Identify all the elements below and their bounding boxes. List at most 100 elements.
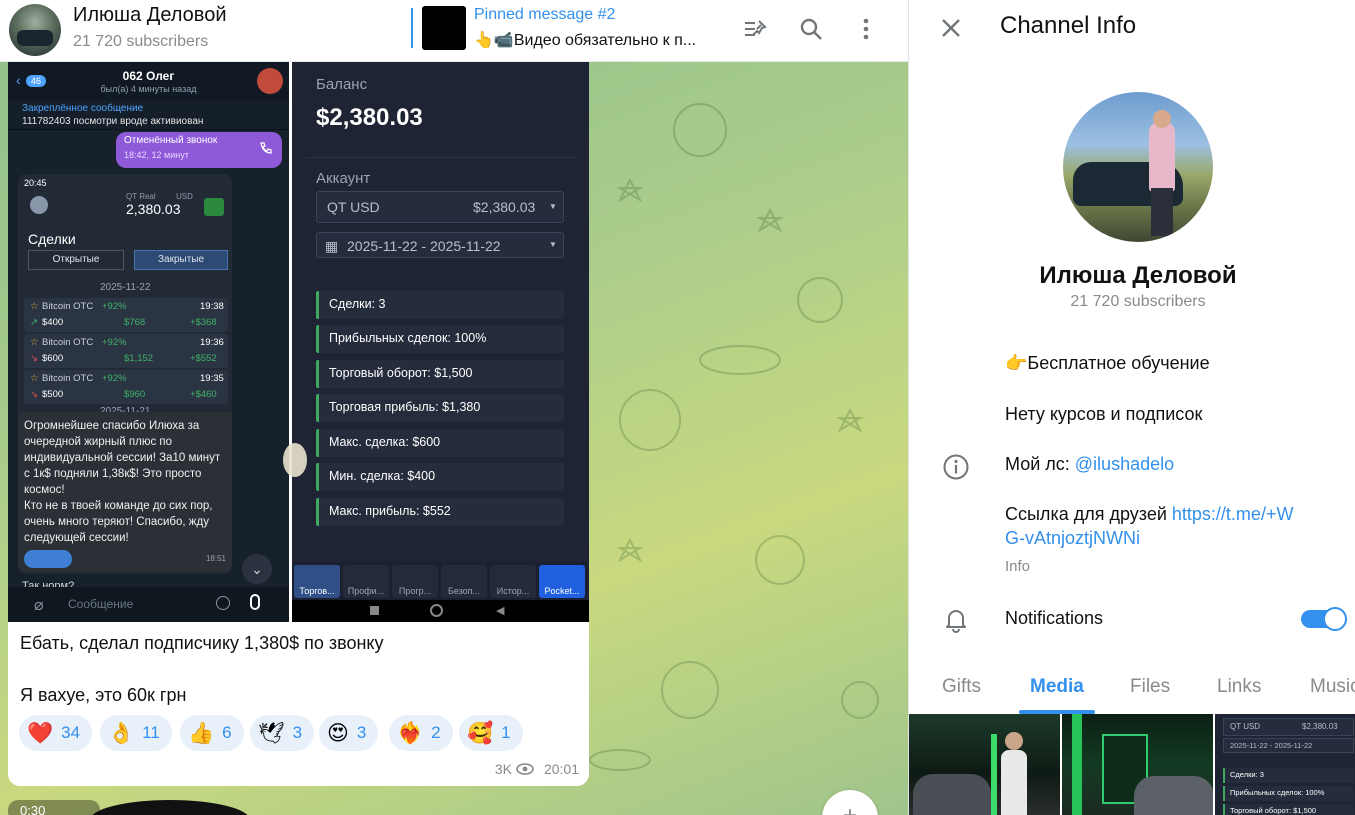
tr-stat-text: Мин. сделка: $400 bbox=[329, 469, 436, 483]
eye-icon bbox=[516, 763, 534, 775]
avatar-legs bbox=[1151, 188, 1173, 236]
post-text-line-1: Ебать, сделал подписчику 1,380$ по звонк… bbox=[20, 633, 384, 653]
post-meta: 3K 20:01 bbox=[495, 761, 579, 777]
dm-label: Мой лс: bbox=[1005, 454, 1075, 474]
tr-stat: Макс. прибыль: $552 bbox=[316, 498, 564, 526]
tr-account-select: QT USD $2,380.03 ▼ bbox=[316, 191, 564, 223]
shot-tab-closed: Закрытые bbox=[134, 250, 228, 270]
tr-stat-text: Макс. прибыль: $552 bbox=[329, 504, 451, 518]
channel-post[interactable]: ‹ 46 062 Олег был(а) 4 минуты назад Закр… bbox=[8, 62, 589, 786]
shot-call-title: Отменённый звонок bbox=[124, 135, 218, 146]
channel-info-panel: Channel Info Илюша Деловой 21 720 subscr… bbox=[908, 0, 1355, 815]
pinned-thumbnail bbox=[422, 6, 466, 50]
shot-account-type: QT Real bbox=[126, 192, 156, 201]
shot-chat-name: 062 Олег bbox=[122, 69, 175, 83]
thumb-stat: Прибыльных сделок: 100% bbox=[1223, 786, 1354, 801]
tab-media[interactable]: Media bbox=[1030, 676, 1084, 698]
trade-stake: $600 bbox=[42, 353, 64, 364]
thumb-account-value: $2,380.03 bbox=[1302, 722, 1338, 731]
tr-stat: Сделки: 3 bbox=[316, 291, 564, 319]
dove-icon: 🕊 bbox=[258, 721, 285, 745]
info-icon bbox=[943, 454, 969, 480]
plus-icon: + bbox=[843, 802, 857, 815]
close-icon[interactable] bbox=[937, 14, 965, 42]
channel-avatar[interactable] bbox=[9, 4, 61, 56]
tr-system-nav: ◀ bbox=[292, 600, 589, 622]
media-thumb[interactable] bbox=[909, 714, 1060, 815]
reaction-count: 6 bbox=[222, 723, 232, 742]
reaction-dove[interactable]: 🕊 3 bbox=[250, 715, 315, 751]
trade-up-icon: ↗ bbox=[30, 317, 38, 328]
post-photo-chat-screenshot[interactable]: ‹ 46 062 Олег был(а) 4 минуты назад Закр… bbox=[8, 62, 289, 622]
description-line: 👉Бесплатное обучение bbox=[1005, 353, 1210, 373]
thumbs-up-icon: 👍 bbox=[188, 721, 215, 745]
trade-profit: +$368 bbox=[190, 317, 217, 328]
reaction-smiling-hearts[interactable]: 🥰 1 bbox=[459, 715, 523, 751]
shot-date: 2025-11-22 bbox=[100, 282, 151, 293]
channel-title[interactable]: Илюша Деловой bbox=[73, 4, 227, 27]
phone-icon bbox=[260, 142, 272, 154]
notifications-toggle[interactable] bbox=[1301, 607, 1347, 631]
shot-trade-row: ☆ Bitcoin OTC +92% 19:35 ↘ $500 $960 +$4… bbox=[24, 370, 228, 404]
invite-link-part-1[interactable]: https://t.me/+W bbox=[1172, 504, 1294, 524]
reaction-ok[interactable]: 👌 11 bbox=[100, 715, 172, 751]
tr-stat: Прибыльных сделок: 100% bbox=[316, 325, 564, 353]
trade-pct: +92% bbox=[102, 373, 127, 384]
reaction-heart-fire[interactable]: ❤️‍🔥 2 bbox=[389, 715, 453, 751]
shot-tab-open: Открытые bbox=[28, 250, 124, 270]
shot-call-time: 18:42, 12 минут bbox=[124, 150, 189, 160]
tab-files[interactable]: Files bbox=[1130, 676, 1170, 698]
thumb-light bbox=[1072, 714, 1082, 815]
tr-nav-label: Профи... bbox=[347, 586, 385, 596]
media-thumb[interactable]: QT USD $2,380.03 2025-11-22 - 2025-11-22… bbox=[1215, 714, 1355, 815]
reaction-count: 1 bbox=[501, 723, 511, 742]
channel-profile-photo[interactable] bbox=[1063, 92, 1213, 242]
tab-gifts[interactable]: Gifts bbox=[942, 676, 981, 698]
tr-balance-value: $2,380.03 bbox=[316, 104, 423, 131]
shot-mic-icon bbox=[250, 594, 260, 610]
tr-stat-text: Прибыльных сделок: 100% bbox=[329, 331, 487, 345]
description-line: Мой лс: @ilushadelo bbox=[1005, 454, 1174, 475]
pinned-list-icon[interactable] bbox=[741, 14, 771, 44]
media-tabs: Gifts Media Files Links Music bbox=[909, 660, 1355, 714]
tr-nav-item: Прогр... bbox=[392, 565, 438, 598]
trade-stake: $400 bbox=[42, 317, 64, 328]
tr-date-range: 2025-11-22 - 2025-11-22 bbox=[347, 238, 501, 254]
invite-label: Ссылка для друзей bbox=[1005, 504, 1172, 524]
media-nav-handle[interactable] bbox=[283, 443, 307, 477]
calendar-icon: ▦ bbox=[325, 238, 339, 254]
tab-music[interactable]: Music bbox=[1310, 676, 1355, 698]
thumb-stat-text: Сделки: 3 bbox=[1230, 770, 1264, 779]
chat-header: Илюша Деловой 21 720 subscribers Pinned … bbox=[0, 0, 908, 62]
post-time: 20:01 bbox=[543, 761, 579, 777]
tab-links[interactable]: Links bbox=[1217, 676, 1261, 698]
trade-profit: +$460 bbox=[190, 389, 217, 400]
media-grid: QT USD $2,380.03 2025-11-22 - 2025-11-22… bbox=[909, 714, 1355, 815]
thumb-stat: Торговый оборот: $1,500 bbox=[1223, 804, 1354, 815]
tr-stat: Торговая прибыль: $1,380 bbox=[316, 394, 564, 422]
media-thumb[interactable] bbox=[1062, 714, 1213, 815]
shot-wallet-icon bbox=[204, 198, 224, 216]
bell-icon bbox=[946, 610, 966, 633]
thumb-light bbox=[991, 734, 997, 815]
post-photo-trading-stats[interactable]: Баланс $2,380.03 Аккаунт QT USD $2,380.0… bbox=[292, 62, 589, 622]
back-triangle-icon: ◀ bbox=[496, 605, 505, 617]
tr-stat: Торговый оборот: $1,500 bbox=[316, 360, 564, 388]
shot-input-placeholder: Сообщение bbox=[68, 597, 134, 611]
reaction-count: 3 bbox=[292, 723, 303, 742]
smiling-hearts-icon: 🥰 bbox=[467, 721, 494, 745]
dm-link[interactable]: @ilushadelo bbox=[1075, 454, 1174, 474]
reaction-thumbs-up[interactable]: 👍 6 bbox=[180, 715, 244, 751]
pinned-message-bar[interactable]: Pinned message #2 👆📹Видео обязательно к … bbox=[411, 4, 731, 50]
reaction-heart-eyes[interactable]: 😍 3 bbox=[319, 715, 379, 751]
reaction-heart[interactable]: ❤️ 34 bbox=[19, 715, 93, 751]
star-icon: ☆ bbox=[30, 337, 39, 348]
info-section-label: Info bbox=[1005, 558, 1031, 575]
search-icon[interactable] bbox=[796, 14, 826, 44]
more-menu-icon[interactable] bbox=[851, 14, 881, 44]
tr-balance-label: Баланс bbox=[316, 76, 368, 93]
description-line: Нету курсов и подписок bbox=[1005, 404, 1203, 424]
shot-message: Огромнейшее спасибо Илюха за очередной ж… bbox=[18, 412, 232, 572]
thumb-person-head bbox=[1005, 732, 1023, 750]
invite-link-part-2[interactable]: G-vAtnjoztjNWNi bbox=[1005, 528, 1140, 549]
